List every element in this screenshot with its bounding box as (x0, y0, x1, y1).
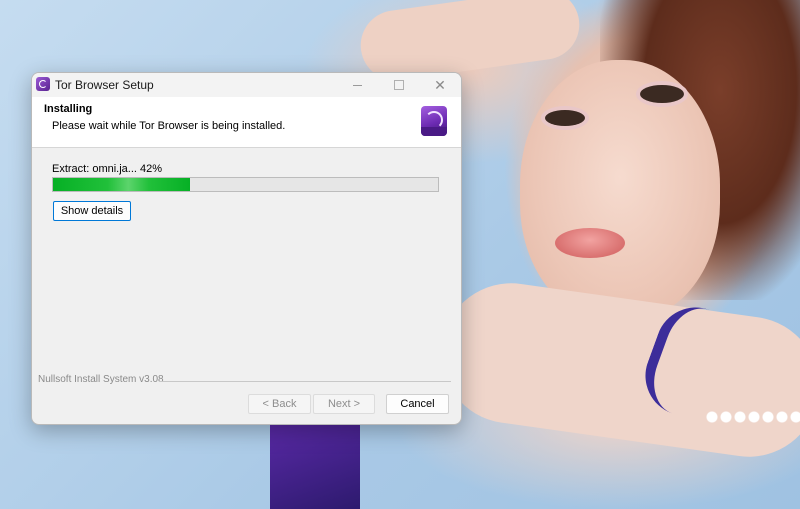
wallpaper-eye-left (545, 110, 585, 126)
wallpaper-purple-accent (270, 420, 360, 509)
progress-bar (52, 177, 439, 192)
next-button[interactable]: Next > (313, 394, 375, 414)
progress-status-text: Extract: omni.ja... 42% (52, 163, 163, 175)
minimize-icon (352, 84, 362, 86)
wallpaper-eye-right (640, 85, 684, 103)
title-bar[interactable]: Tor Browser Setup ✕ (32, 73, 461, 97)
page-subtitle: Please wait while Tor Browser is being i… (52, 120, 286, 132)
minimize-button[interactable] (336, 73, 378, 97)
page-title: Installing (44, 103, 93, 115)
window-title: Tor Browser Setup (55, 78, 154, 92)
wallpaper-face (520, 60, 720, 320)
footer-divider (159, 381, 451, 382)
wallpaper-pearls (705, 410, 800, 424)
back-button[interactable]: < Back (248, 394, 311, 414)
nsis-brand-label: Nullsoft Install System v3.08 (38, 374, 164, 385)
installer-header: Installing Please wait while Tor Browser… (32, 97, 461, 148)
maximize-icon (394, 80, 404, 90)
progress-bar-fill (53, 178, 191, 191)
tor-browser-logo-icon (421, 106, 447, 136)
cancel-button[interactable]: Cancel (386, 394, 449, 414)
close-icon: ✕ (434, 77, 446, 93)
wallpaper-lips (555, 228, 625, 258)
close-button[interactable]: ✕ (419, 73, 461, 97)
tor-browser-icon (36, 77, 50, 91)
show-details-button[interactable]: Show details (53, 201, 131, 221)
installer-window: Tor Browser Setup ✕ Installing Please wa… (31, 72, 462, 425)
maximize-button[interactable] (378, 73, 420, 97)
